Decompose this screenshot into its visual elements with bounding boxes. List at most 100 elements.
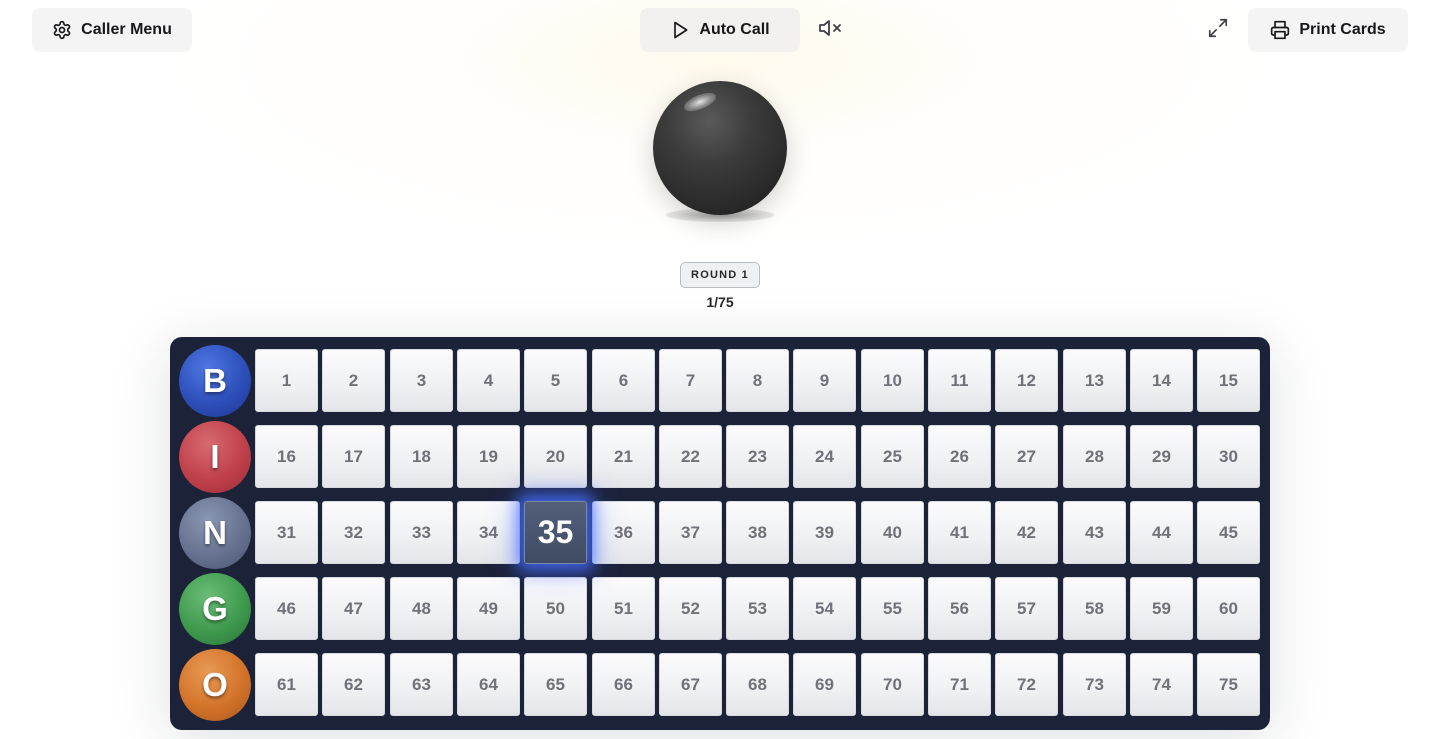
- number-cell[interactable]: 1: [255, 349, 318, 412]
- number-cell[interactable]: 32: [322, 501, 385, 564]
- number-cell[interactable]: 58: [1063, 577, 1126, 640]
- number-cell[interactable]: 38: [726, 501, 789, 564]
- number-cell[interactable]: 29: [1130, 425, 1193, 488]
- number-cell[interactable]: 68: [726, 653, 789, 716]
- number-cell[interactable]: 40: [861, 501, 924, 564]
- number-cell[interactable]: 50: [524, 577, 587, 640]
- number-cell[interactable]: 12: [995, 349, 1058, 412]
- number-cell[interactable]: 34: [457, 501, 520, 564]
- number-cell[interactable]: 42: [995, 501, 1058, 564]
- number-cell[interactable]: 36: [592, 501, 655, 564]
- caller-menu-label: Caller Menu: [81, 21, 172, 38]
- number-cell[interactable]: 27: [995, 425, 1058, 488]
- current-ball: [653, 81, 787, 215]
- number-cell[interactable]: 75: [1197, 653, 1260, 716]
- number-cell[interactable]: 15: [1197, 349, 1260, 412]
- number-cell[interactable]: 26: [928, 425, 991, 488]
- call-progress: 1/75: [706, 294, 734, 310]
- number-cell[interactable]: 20: [524, 425, 587, 488]
- letter-ball-i: I: [179, 421, 251, 493]
- letter-ball-g: G: [179, 573, 251, 645]
- number-cell[interactable]: 51: [592, 577, 655, 640]
- current-ball-display: [640, 76, 800, 236]
- number-cell[interactable]: 14: [1130, 349, 1193, 412]
- number-cell[interactable]: 16: [255, 425, 318, 488]
- number-cell[interactable]: 33: [390, 501, 453, 564]
- number-cell[interactable]: 64: [457, 653, 520, 716]
- number-cell[interactable]: 22: [659, 425, 722, 488]
- number-cell[interactable]: 65: [524, 653, 587, 716]
- number-cell[interactable]: 5: [524, 349, 587, 412]
- number-cell[interactable]: 25: [861, 425, 924, 488]
- number-cell[interactable]: 28: [1063, 425, 1126, 488]
- letter-ball-n: N: [179, 497, 251, 569]
- number-cell[interactable]: 67: [659, 653, 722, 716]
- number-cell[interactable]: 63: [390, 653, 453, 716]
- number-cell[interactable]: 45: [1197, 501, 1260, 564]
- number-cell[interactable]: 56: [928, 577, 991, 640]
- play-icon: [670, 20, 690, 40]
- letter-ball-b: B: [179, 345, 251, 417]
- number-cell[interactable]: 2: [322, 349, 385, 412]
- bingo-caller-page: Caller Menu Auto Call Print Cards ROUND …: [0, 0, 1440, 739]
- print-cards-button[interactable]: Print Cards: [1248, 8, 1408, 52]
- gear-icon: [52, 20, 72, 40]
- number-cell[interactable]: 19: [457, 425, 520, 488]
- number-cell[interactable]: 23: [726, 425, 789, 488]
- mute-button[interactable]: [814, 14, 846, 46]
- number-cell[interactable]: 61: [255, 653, 318, 716]
- auto-call-button[interactable]: Auto Call: [640, 8, 800, 52]
- number-cell[interactable]: 21: [592, 425, 655, 488]
- number-cell[interactable]: 43: [1063, 501, 1126, 564]
- number-cell[interactable]: 10: [861, 349, 924, 412]
- number-cell[interactable]: 44: [1130, 501, 1193, 564]
- number-cell[interactable]: 60: [1197, 577, 1260, 640]
- number-cell[interactable]: 41: [928, 501, 991, 564]
- number-cell[interactable]: 62: [322, 653, 385, 716]
- number-cell[interactable]: 66: [592, 653, 655, 716]
- number-cell[interactable]: 47: [322, 577, 385, 640]
- number-cell[interactable]: 52: [659, 577, 722, 640]
- caller-menu-button[interactable]: Caller Menu: [32, 8, 192, 52]
- number-cell[interactable]: 74: [1130, 653, 1193, 716]
- number-cell[interactable]: 37: [659, 501, 722, 564]
- number-cell[interactable]: 57: [995, 577, 1058, 640]
- printer-icon: [1270, 20, 1290, 40]
- number-cell[interactable]: 9: [793, 349, 856, 412]
- number-cell[interactable]: 54: [793, 577, 856, 640]
- number-cell[interactable]: 48: [390, 577, 453, 640]
- letter-ball-o: O: [179, 649, 251, 721]
- number-cell[interactable]: 6: [592, 349, 655, 412]
- called-number-cell[interactable]: 35: [524, 501, 587, 564]
- number-cell[interactable]: 71: [928, 653, 991, 716]
- number-cell[interactable]: 69: [793, 653, 856, 716]
- number-cell[interactable]: 39: [793, 501, 856, 564]
- round-badge: ROUND 1: [680, 262, 760, 288]
- number-cell[interactable]: 72: [995, 653, 1058, 716]
- number-cell[interactable]: 11: [928, 349, 991, 412]
- number-cell[interactable]: 70: [861, 653, 924, 716]
- number-cell[interactable]: 24: [793, 425, 856, 488]
- number-cell[interactable]: 7: [659, 349, 722, 412]
- print-cards-label: Print Cards: [1299, 21, 1386, 38]
- number-cell[interactable]: 46: [255, 577, 318, 640]
- number-cell[interactable]: 55: [861, 577, 924, 640]
- fullscreen-button[interactable]: [1202, 14, 1234, 46]
- expand-icon: [1207, 17, 1229, 44]
- number-cell[interactable]: 49: [457, 577, 520, 640]
- number-cell[interactable]: 8: [726, 349, 789, 412]
- number-cell[interactable]: 73: [1063, 653, 1126, 716]
- auto-call-label: Auto Call: [699, 21, 770, 38]
- volume-muted-icon: [818, 16, 842, 45]
- number-cell[interactable]: 18: [390, 425, 453, 488]
- number-cell[interactable]: 59: [1130, 577, 1193, 640]
- number-cell[interactable]: 30: [1197, 425, 1260, 488]
- ball-highlight: [681, 89, 719, 115]
- number-cell[interactable]: 17: [322, 425, 385, 488]
- bingo-board: B 1 2 3 4 5 6 7 8 9 10 11 12 13 14 15 I 16 17 18 19 20 21 22 23 2…: [170, 337, 1270, 730]
- number-cell[interactable]: 53: [726, 577, 789, 640]
- number-cell[interactable]: 4: [457, 349, 520, 412]
- number-cell[interactable]: 31: [255, 501, 318, 564]
- number-cell[interactable]: 3: [390, 349, 453, 412]
- number-cell[interactable]: 13: [1063, 349, 1126, 412]
